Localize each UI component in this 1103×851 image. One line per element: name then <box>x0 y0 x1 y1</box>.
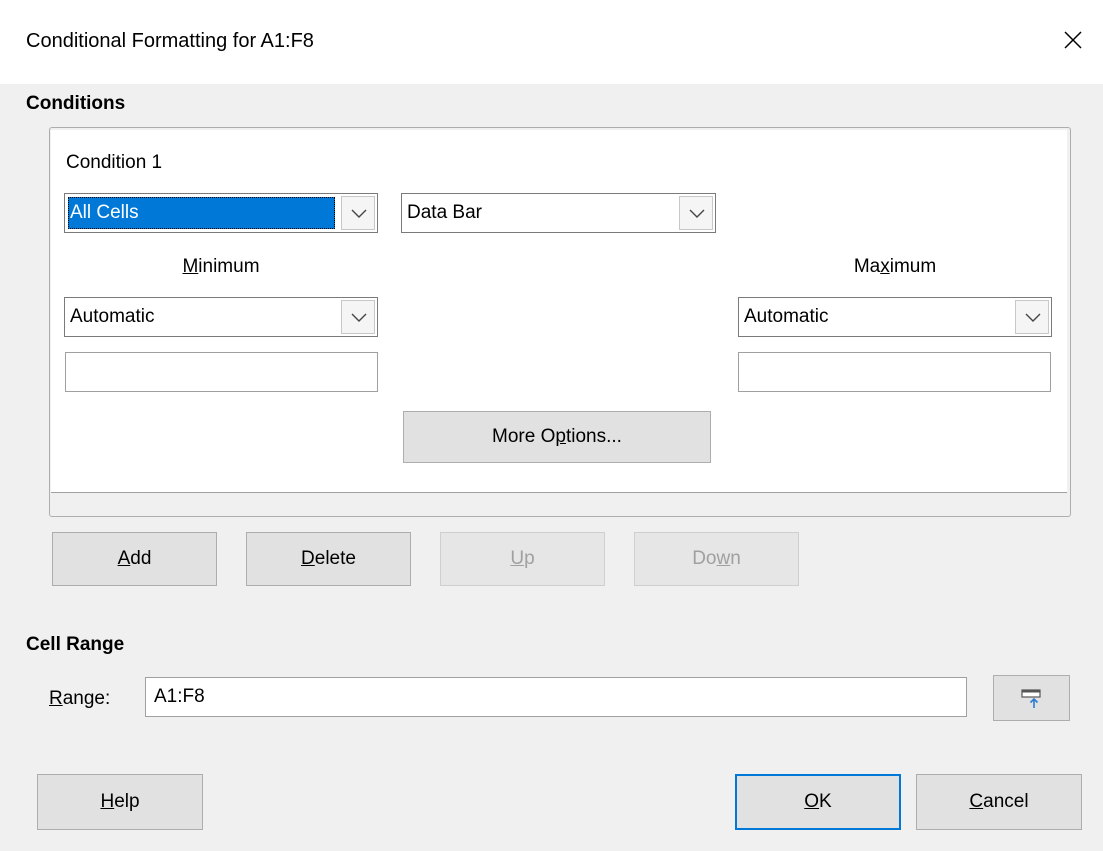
maximum-type-select[interactable]: Automatic <box>738 297 1052 337</box>
maximum-label: Maximum <box>853 256 937 277</box>
ok-button[interactable]: OK <box>735 774 901 830</box>
minimum-value-input[interactable] <box>65 352 378 392</box>
chevron-down-icon[interactable] <box>679 196 713 230</box>
more-options-button[interactable]: More Options... <box>403 411 711 463</box>
chevron-down-icon[interactable] <box>341 300 375 334</box>
title-bar: Conditional Formatting for A1:F8 <box>0 0 1103 84</box>
cell-range-heading: Cell Range <box>26 634 125 655</box>
chevron-down-icon[interactable] <box>341 196 375 230</box>
close-icon[interactable] <box>1051 18 1095 62</box>
help-button[interactable]: Help <box>37 774 203 830</box>
minimum-label: Minimum <box>182 256 260 277</box>
delete-button[interactable]: Delete <box>246 532 411 586</box>
up-button[interactable]: Up <box>440 532 605 586</box>
chevron-down-icon[interactable] <box>1015 300 1049 334</box>
dialog-title: Conditional Formatting for A1:F8 <box>26 30 314 52</box>
maximum-type-value: Automatic <box>744 306 829 327</box>
conditions-heading: Conditions <box>26 93 126 114</box>
condition-type-select[interactable]: All Cells <box>64 193 378 233</box>
down-button[interactable]: Down <box>634 532 799 586</box>
format-type-select[interactable]: Data Bar <box>401 193 716 233</box>
format-type-value: Data Bar <box>407 202 482 223</box>
add-button[interactable]: Add <box>52 532 217 586</box>
condition-label: Condition 1 <box>66 152 163 173</box>
shrink-range-button[interactable] <box>993 675 1070 721</box>
maximum-value-input[interactable] <box>738 352 1051 392</box>
minimum-type-select[interactable]: Automatic <box>64 297 378 337</box>
range-label: Range: <box>49 688 111 709</box>
shrink-range-icon <box>1021 689 1041 708</box>
cancel-button[interactable]: Cancel <box>916 774 1082 830</box>
condition-type-value: All Cells <box>68 197 335 229</box>
minimum-type-value: Automatic <box>70 306 155 327</box>
range-input[interactable]: A1:F8 <box>145 677 967 717</box>
